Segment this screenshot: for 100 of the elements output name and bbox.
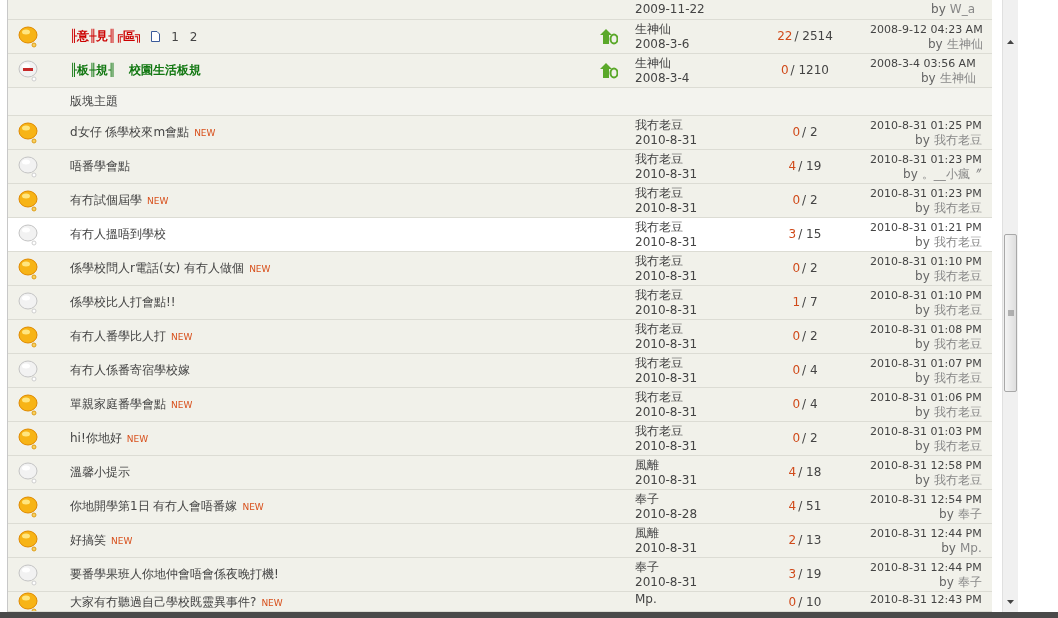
topic-title[interactable]: ╟意╫見╢╔區╗ — [70, 29, 143, 44]
topic-title[interactable]: hi!你地好 — [70, 431, 122, 446]
by-label: by — [931, 2, 946, 17]
author-name[interactable]: 生神仙 — [635, 55, 671, 71]
post-date: 2010-8-31 — [635, 234, 698, 250]
up-arrow-icon[interactable] — [1007, 40, 1014, 44]
page-link[interactable]: 1 — [171, 29, 179, 44]
by-label: by — [915, 472, 930, 488]
reply-count: 0 — [792, 125, 801, 140]
last-post-time: 2010-8-31 01:07 PM — [870, 355, 982, 371]
topic-title[interactable]: 好搞笑 — [70, 533, 106, 548]
by-label: by — [939, 574, 954, 590]
reply-count: 3 — [788, 227, 797, 242]
new-label: NEW — [171, 399, 193, 410]
grip-icon — [1007, 310, 1014, 316]
author-name[interactable]: 風離 — [635, 525, 659, 541]
topic-title[interactable]: 你地開學第1日 有冇人會唔番嫁 — [70, 499, 238, 514]
by-label: by — [920, 70, 936, 86]
view-count: / 13 — [798, 533, 822, 548]
post-date: 2010-8-31 — [635, 540, 698, 556]
new-label: NEW — [111, 535, 133, 546]
topic-title[interactable]: 有冇人搵唔到學校 — [70, 227, 166, 242]
author-name[interactable]: 我冇老豆 — [635, 355, 683, 371]
last-post-time: 2010-8-31 01:06 PM — [870, 389, 982, 405]
post-date: 2008-3-6 — [635, 36, 690, 52]
topic-title[interactable]: d女仔 係學校來m會點 — [70, 125, 190, 140]
view-count: / 19 — [798, 159, 822, 174]
topic-title[interactable]: 唔番學會點 — [70, 159, 130, 174]
post-date: 2010-8-31 — [635, 200, 698, 216]
down-arrow-icon[interactable] — [1007, 600, 1014, 604]
topic-title[interactable]: 係學校問人r電話(女) 有冇人做個 — [70, 261, 245, 276]
scroll-thumb[interactable] — [1004, 234, 1017, 392]
author-name[interactable]: 我冇老豆 — [635, 117, 683, 133]
by-label: by — [939, 506, 954, 522]
new-label: NEW — [126, 433, 149, 444]
new-label: NEW — [249, 263, 271, 274]
by-label: by — [915, 370, 930, 386]
last-post-time: 2010-8-31 12:43 PM — [870, 592, 982, 607]
post-date: 2010-8-28 — [635, 506, 698, 522]
view-count: / 1210 — [790, 63, 829, 78]
view-count: / 2 — [802, 193, 818, 208]
last-post-time: 2010-8-31 01:10 PM — [870, 287, 982, 303]
view-count: / 19 — [798, 567, 822, 582]
view-count: / 2 — [802, 329, 818, 344]
post-date: 2010-8-31 — [635, 404, 698, 420]
reply-count: 2 — [788, 533, 797, 548]
reply-count: 4 — [788, 465, 797, 480]
author-name[interactable]: 我冇老豆 — [635, 389, 683, 405]
author-name[interactable]: 我冇老豆 — [635, 185, 683, 201]
topic-title[interactable]: 單親家庭番學會點 — [70, 397, 166, 412]
reply-count: 0 — [792, 431, 801, 446]
topic-title[interactable]: ╟板╫規╢ — [70, 63, 116, 78]
new-label: NEW — [194, 127, 216, 138]
post-date: 2010-8-31 — [635, 438, 698, 454]
author-name[interactable]: 風離 — [635, 457, 659, 473]
author-name[interactable]: 我冇老豆 — [635, 423, 683, 439]
reply-count: 0 — [792, 193, 801, 208]
author-name[interactable]: 我冇老豆 — [635, 151, 683, 167]
topic-title[interactable]: 溫馨小提示 — [70, 465, 130, 480]
reply-count: 4 — [788, 499, 797, 514]
view-count: / 10 — [798, 595, 822, 610]
topic-title[interactable]: 有冇人係番寄宿學校嫁 — [70, 363, 190, 378]
scrollbar[interactable] — [1002, 0, 1018, 612]
topic-title[interactable]: 大家有冇聽過自己學校既靈異事件? — [70, 595, 257, 610]
topic-title[interactable]: 有冇試個屆學 — [70, 193, 142, 208]
author-name[interactable]: 生神仙 — [635, 21, 671, 37]
new-label: NEW — [261, 597, 283, 608]
author-name[interactable]: 我冇老豆 — [635, 287, 683, 303]
by-label: by — [915, 302, 930, 318]
last-post-time: 2008-3-4 03:56 AM — [870, 55, 976, 71]
topic-title[interactable]: 有冇人番學比人打 — [70, 329, 166, 344]
post-date: 2010-8-31 — [635, 302, 698, 318]
post-date: 2010-8-31 — [635, 336, 698, 352]
topic-title[interactable]: 校園生活板規 — [128, 63, 201, 78]
document-icon — [151, 31, 161, 42]
author-name[interactable]: 奉子 — [635, 559, 659, 575]
author-name[interactable]: 我冇老豆 — [635, 219, 683, 235]
last-post-time: 2010-8-31 01:03 PM — [870, 423, 982, 439]
by-label: by — [915, 336, 930, 352]
reply-count: 0 — [792, 363, 801, 378]
view-count: / 2 — [802, 125, 818, 140]
new-label: NEW — [171, 331, 193, 342]
view-count: / 4 — [802, 363, 818, 378]
author-name[interactable]: Mp. — [635, 592, 657, 607]
author-name[interactable]: 奉子 — [635, 491, 659, 507]
author-name[interactable]: 我冇老豆 — [635, 253, 683, 269]
author-name[interactable]: 我冇老豆 — [635, 321, 683, 337]
view-count: / 2 — [802, 431, 818, 446]
last-poster[interactable]: 我冇老豆 — [933, 234, 982, 250]
post-date: 2010-8-31 — [635, 370, 698, 386]
topic-title[interactable]: 要番學果班人你地仲會唔會係夜晚打機! — [70, 567, 279, 582]
up-arrow-icon — [600, 28, 618, 45]
by-label: by — [915, 132, 930, 148]
page-link[interactable]: 2 — [189, 29, 198, 44]
last-post-time: 2010-8-31 12:58 PM — [870, 457, 982, 473]
post-date: 2010-8-31 — [635, 132, 698, 148]
by-label: by — [941, 540, 956, 556]
topic-title[interactable]: 係學校比人打會點!! — [70, 295, 176, 310]
new-label: NEW — [147, 195, 169, 206]
section-heading: 版塊主題 — [70, 94, 118, 109]
